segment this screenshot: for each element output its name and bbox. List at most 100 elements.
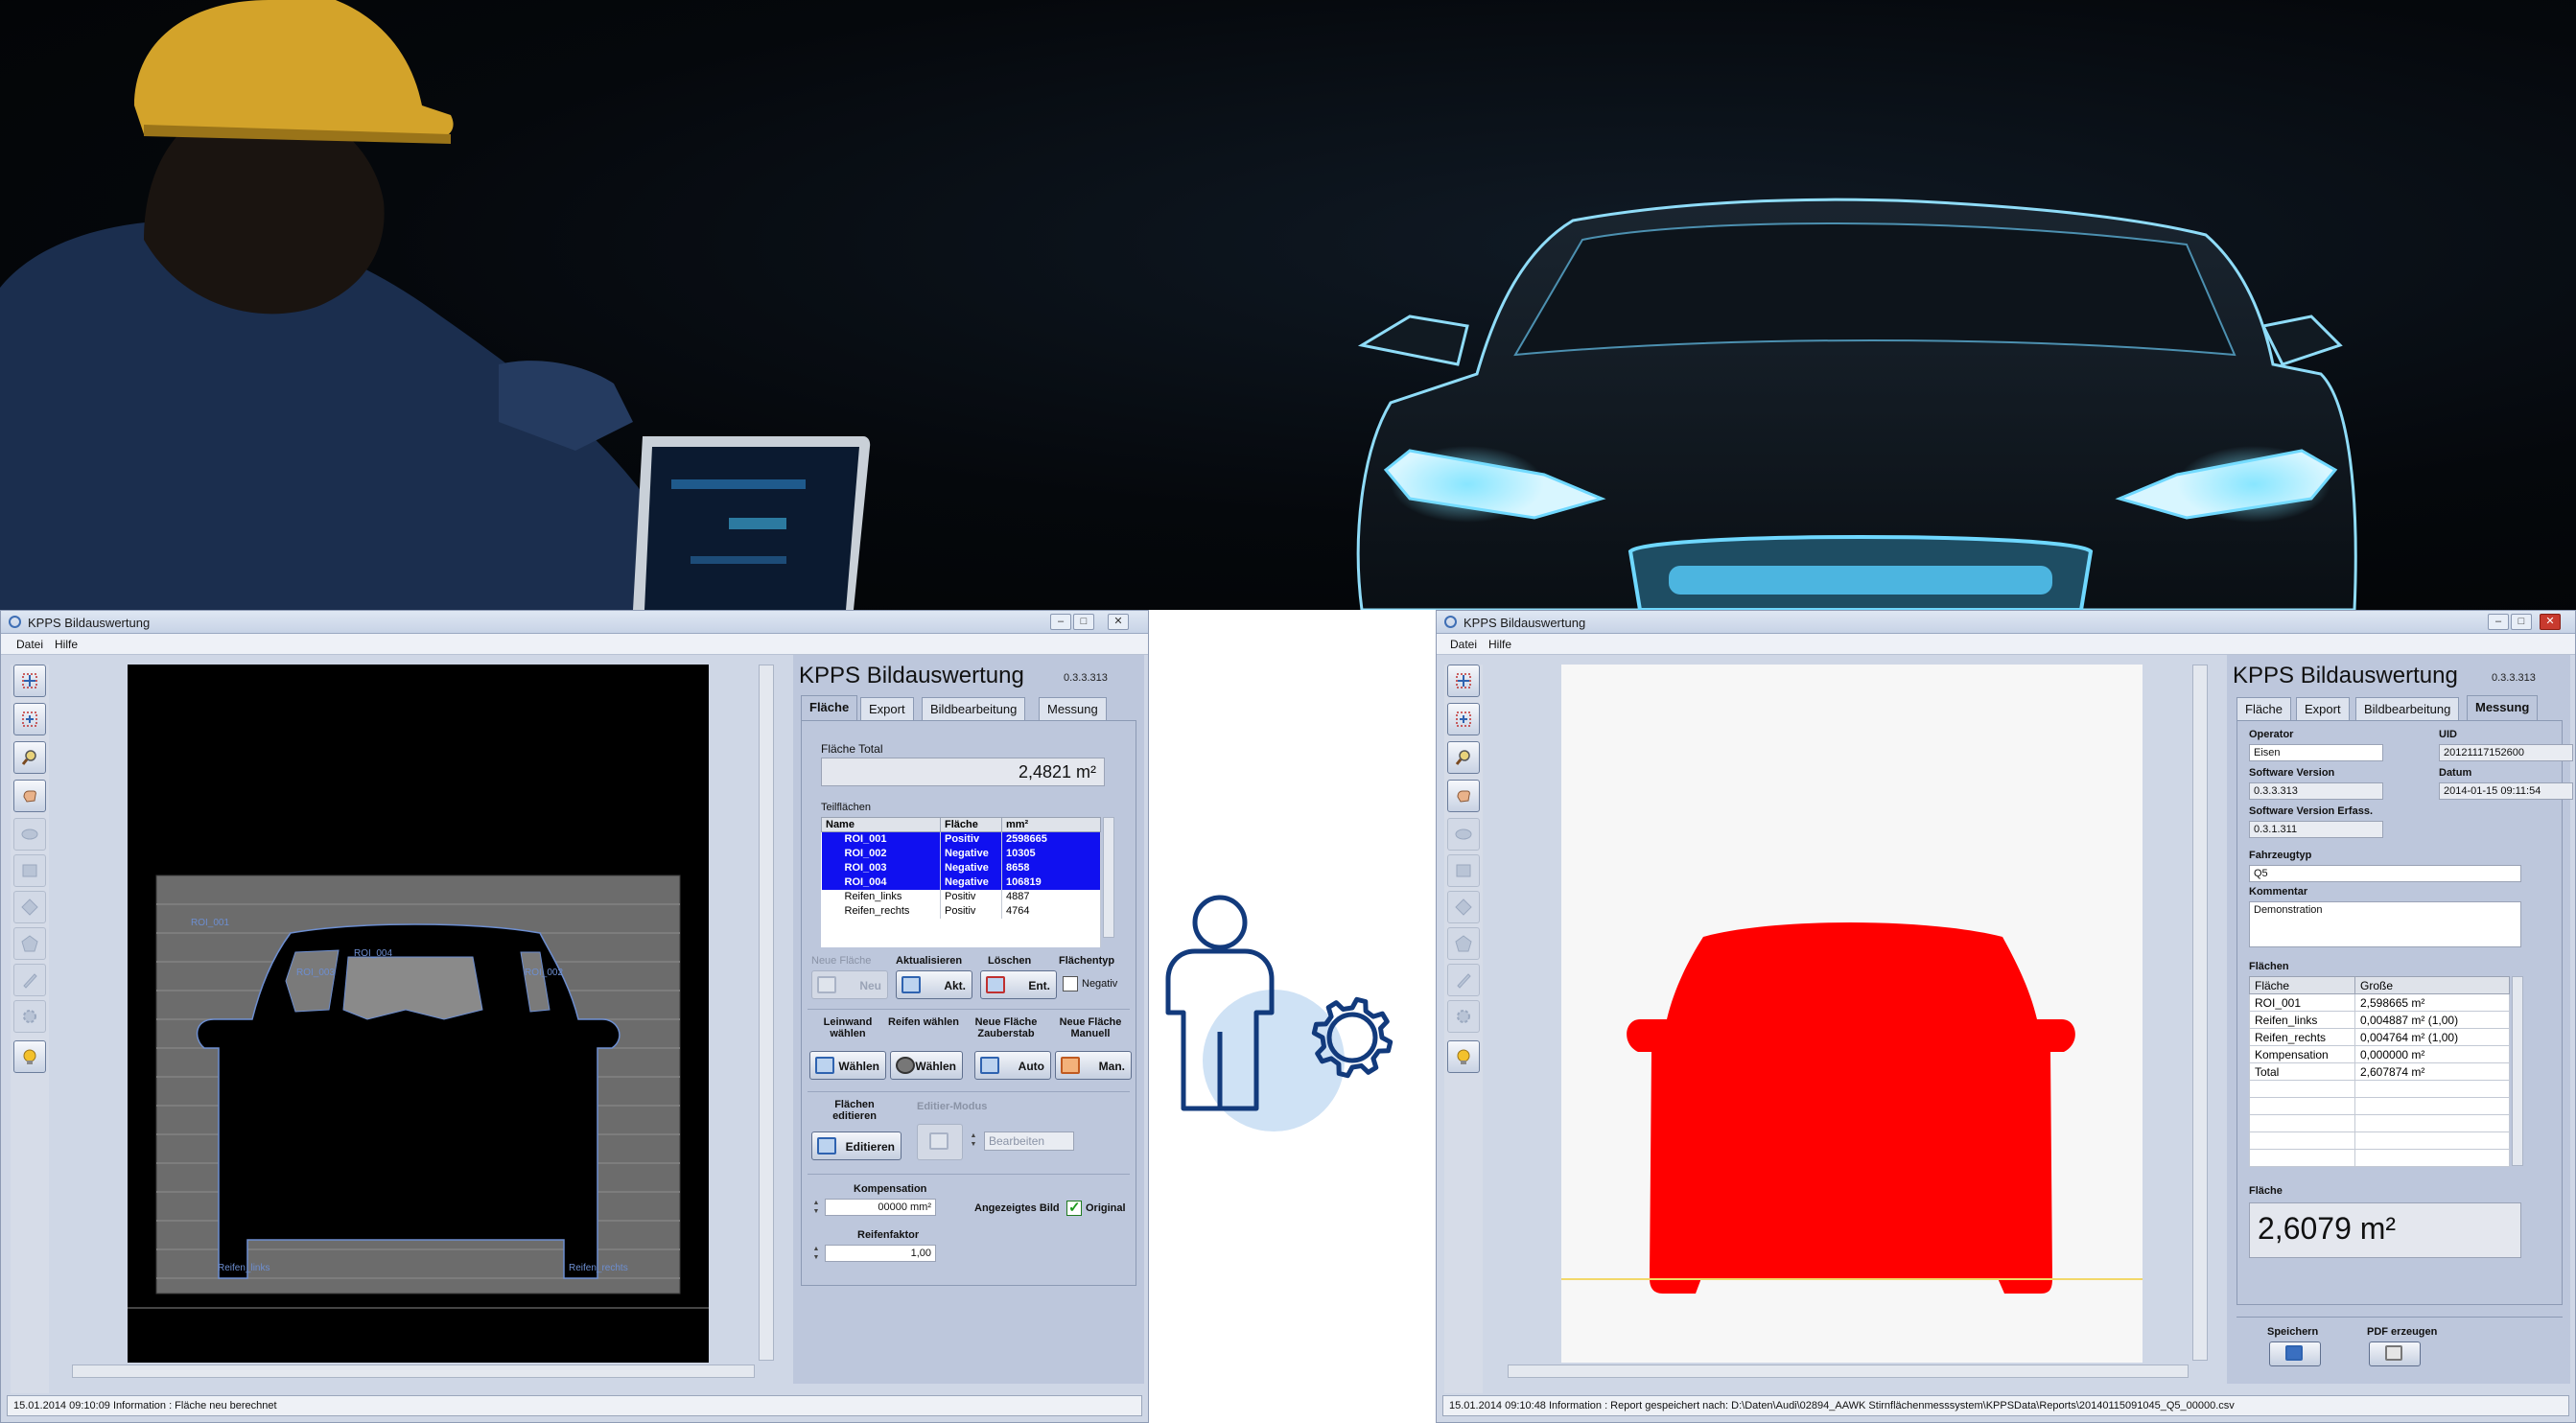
row-value: 106819 (1001, 875, 1101, 890)
zoom-fit-tool[interactable] (1447, 665, 1480, 697)
editieren-button[interactable]: Editieren (811, 1131, 902, 1160)
table-header-flaeche[interactable]: Fläche (2249, 976, 2355, 994)
pen-tool[interactable] (1447, 964, 1480, 996)
speichern-button[interactable] (2269, 1341, 2321, 1366)
bearbeiten-field: Bearbeiten (984, 1131, 1074, 1151)
row-name: Total (2249, 1062, 2355, 1081)
pan-tool[interactable] (13, 780, 46, 812)
operator-field[interactable]: Eisen (2249, 744, 2383, 761)
row-name: Reifen_rechts (2249, 1028, 2355, 1046)
kommentar-field[interactable]: Demonstration (2249, 901, 2521, 947)
reifen-waehlen-button[interactable]: Wählen (890, 1051, 963, 1080)
akt-button[interactable]: Akt. (896, 970, 972, 999)
table-row[interactable]: Total 2,607874 m² (2249, 1062, 2510, 1081)
table-row[interactable]: Reifen_links 0,004887 m² (1,00) (2249, 1011, 2510, 1029)
table-row[interactable]: ROI_001 2,598665 m² (2249, 993, 2510, 1012)
teilflaechen-table[interactable]: Name Fläche mm² ROI_001 Positiv 2598665 ROI… (821, 817, 1101, 947)
tab-export[interactable]: Export (860, 697, 914, 720)
tab-flaeche[interactable]: Fläche (2236, 697, 2292, 720)
tab-flaeche[interactable]: Fläche (801, 695, 858, 720)
modus-spinner[interactable]: ▲ ▼ (969, 1131, 978, 1151)
software-version-erfass-field: 0.3.1.311 (2249, 821, 2383, 838)
zoom-reset-tool[interactable] (13, 703, 46, 735)
settings-tool[interactable] (13, 1000, 46, 1033)
minimize-button[interactable]: – (2488, 614, 2509, 630)
left-vertical-scrollbar[interactable] (759, 665, 774, 1361)
hint-tool[interactable] (13, 1040, 46, 1073)
ellipse-tool[interactable] (13, 818, 46, 851)
maximize-button[interactable]: □ (2511, 614, 2532, 630)
left-image-canvas[interactable]: ROI_001 ROI_004 ROI_003 ROI_002 Reifen_l… (128, 665, 709, 1363)
table-header-mm2[interactable]: mm² (1001, 817, 1101, 832)
rectangle-tool[interactable] (13, 854, 46, 887)
table-row[interactable]: Kompensation 0,000000 m² (2249, 1045, 2510, 1063)
tab-messung[interactable]: Messung (1039, 697, 1107, 720)
zoom-reset-icon (1456, 712, 1471, 727)
table-header-flaeche[interactable]: Fläche (940, 817, 1002, 832)
pan-tool[interactable] (1447, 780, 1480, 812)
close-button[interactable]: ✕ (1108, 614, 1129, 630)
tab-bildbearbeitung[interactable]: Bildbearbeitung (2355, 697, 2460, 720)
table-row[interactable]: Reifen_rechts Positiv 4764 (821, 903, 1101, 919)
zoom-fit-tool[interactable] (13, 665, 46, 697)
reifenfaktor-spinner[interactable]: ▲ ▼ (811, 1245, 821, 1264)
menu-datei[interactable]: Datei (1450, 638, 1477, 651)
menu-datei[interactable]: Datei (16, 638, 43, 651)
table-row[interactable]: ROI_004 Negative 106819 (821, 875, 1101, 890)
menu-hilfe[interactable]: Hilfe (1488, 638, 1511, 651)
diamond-tool[interactable] (1447, 891, 1480, 923)
diamond-tool[interactable] (13, 891, 46, 923)
ellipse-tool[interactable] (1447, 818, 1480, 851)
pan-hand-icon (23, 790, 36, 803)
flaechen-table-scrollbar[interactable] (2512, 976, 2523, 1166)
right-image-canvas[interactable] (1561, 665, 2143, 1363)
table-header-name[interactable]: Name (821, 817, 941, 832)
row-name: ROI_001 (2249, 993, 2355, 1012)
left-horizontal-scrollbar[interactable] (72, 1365, 755, 1378)
table-row[interactable]: Reifen_links Positiv 4887 (821, 889, 1101, 904)
auto-button[interactable]: Auto (974, 1051, 1051, 1080)
zoom-fit-icon (22, 673, 37, 688)
editier-modus-icon-button[interactable] (917, 1124, 963, 1160)
table-row[interactable]: ROI_002 Negative 10305 (821, 846, 1101, 861)
close-button[interactable]: ✕ (2540, 614, 2561, 630)
ent-button[interactable]: Ent. (980, 970, 1057, 999)
zoom-reset-tool[interactable] (1447, 703, 1480, 735)
pen-tool[interactable] (13, 964, 46, 996)
table-row[interactable]: ROI_001 Positiv 2598665 (821, 831, 1101, 847)
pdf-button[interactable] (2369, 1341, 2421, 1366)
right-vertical-scrollbar[interactable] (2192, 665, 2208, 1361)
magnifier-tool[interactable] (13, 741, 46, 774)
table-row[interactable]: Reifen_rechts 0,004764 m² (1,00) (2249, 1028, 2510, 1046)
tab-export[interactable]: Export (2296, 697, 2350, 720)
right-horizontal-scrollbar[interactable] (1508, 1365, 2189, 1378)
pentagon-tool[interactable] (1447, 927, 1480, 960)
tab-bildbearbeitung[interactable]: Bildbearbeitung (922, 697, 1026, 720)
flaechen-table[interactable]: Fläche Große ROI_001 2,598665 m² Reifen_li… (2249, 976, 2510, 1167)
canvas-icon (815, 1057, 834, 1074)
negativ-checkbox[interactable] (1063, 976, 1078, 991)
kompensation-spinner[interactable]: ▲ ▼ (811, 1199, 821, 1218)
table-row[interactable]: ROI_003 Negative 8658 (821, 860, 1101, 875)
rectangle-tool[interactable] (1447, 854, 1480, 887)
neu-button[interactable]: Neu (811, 970, 888, 999)
minimize-button[interactable]: – (1050, 614, 1071, 630)
left-app-window: KPPS Bildauswertung – □ ✕ Datei Hilfe RO… (0, 610, 1149, 1423)
table-header-groesse[interactable]: Große (2354, 976, 2510, 994)
pentagon-tool[interactable] (13, 927, 46, 960)
magnifier-tool[interactable] (1447, 741, 1480, 774)
kompensation-field[interactable]: 00000 mm² (825, 1199, 936, 1216)
man-button[interactable]: Man. (1055, 1051, 1132, 1080)
menu-hilfe[interactable]: Hilfe (55, 638, 78, 651)
original-checkbox[interactable] (1066, 1199, 1082, 1216)
tab-messung[interactable]: Messung (2467, 695, 2539, 720)
bulb-icon (1457, 1049, 1470, 1064)
hint-tool[interactable] (1447, 1040, 1480, 1073)
flaechen-label: Flächen (2249, 961, 2289, 972)
settings-tool[interactable] (1447, 1000, 1480, 1033)
maximize-button[interactable]: □ (1073, 614, 1094, 630)
leinwand-waehlen-button[interactable]: Wählen (809, 1051, 886, 1080)
table-scrollbar[interactable] (1103, 817, 1114, 938)
fahrzeugtyp-field[interactable]: Q5 (2249, 865, 2521, 882)
reifenfaktor-field[interactable]: 1,00 (825, 1245, 936, 1262)
